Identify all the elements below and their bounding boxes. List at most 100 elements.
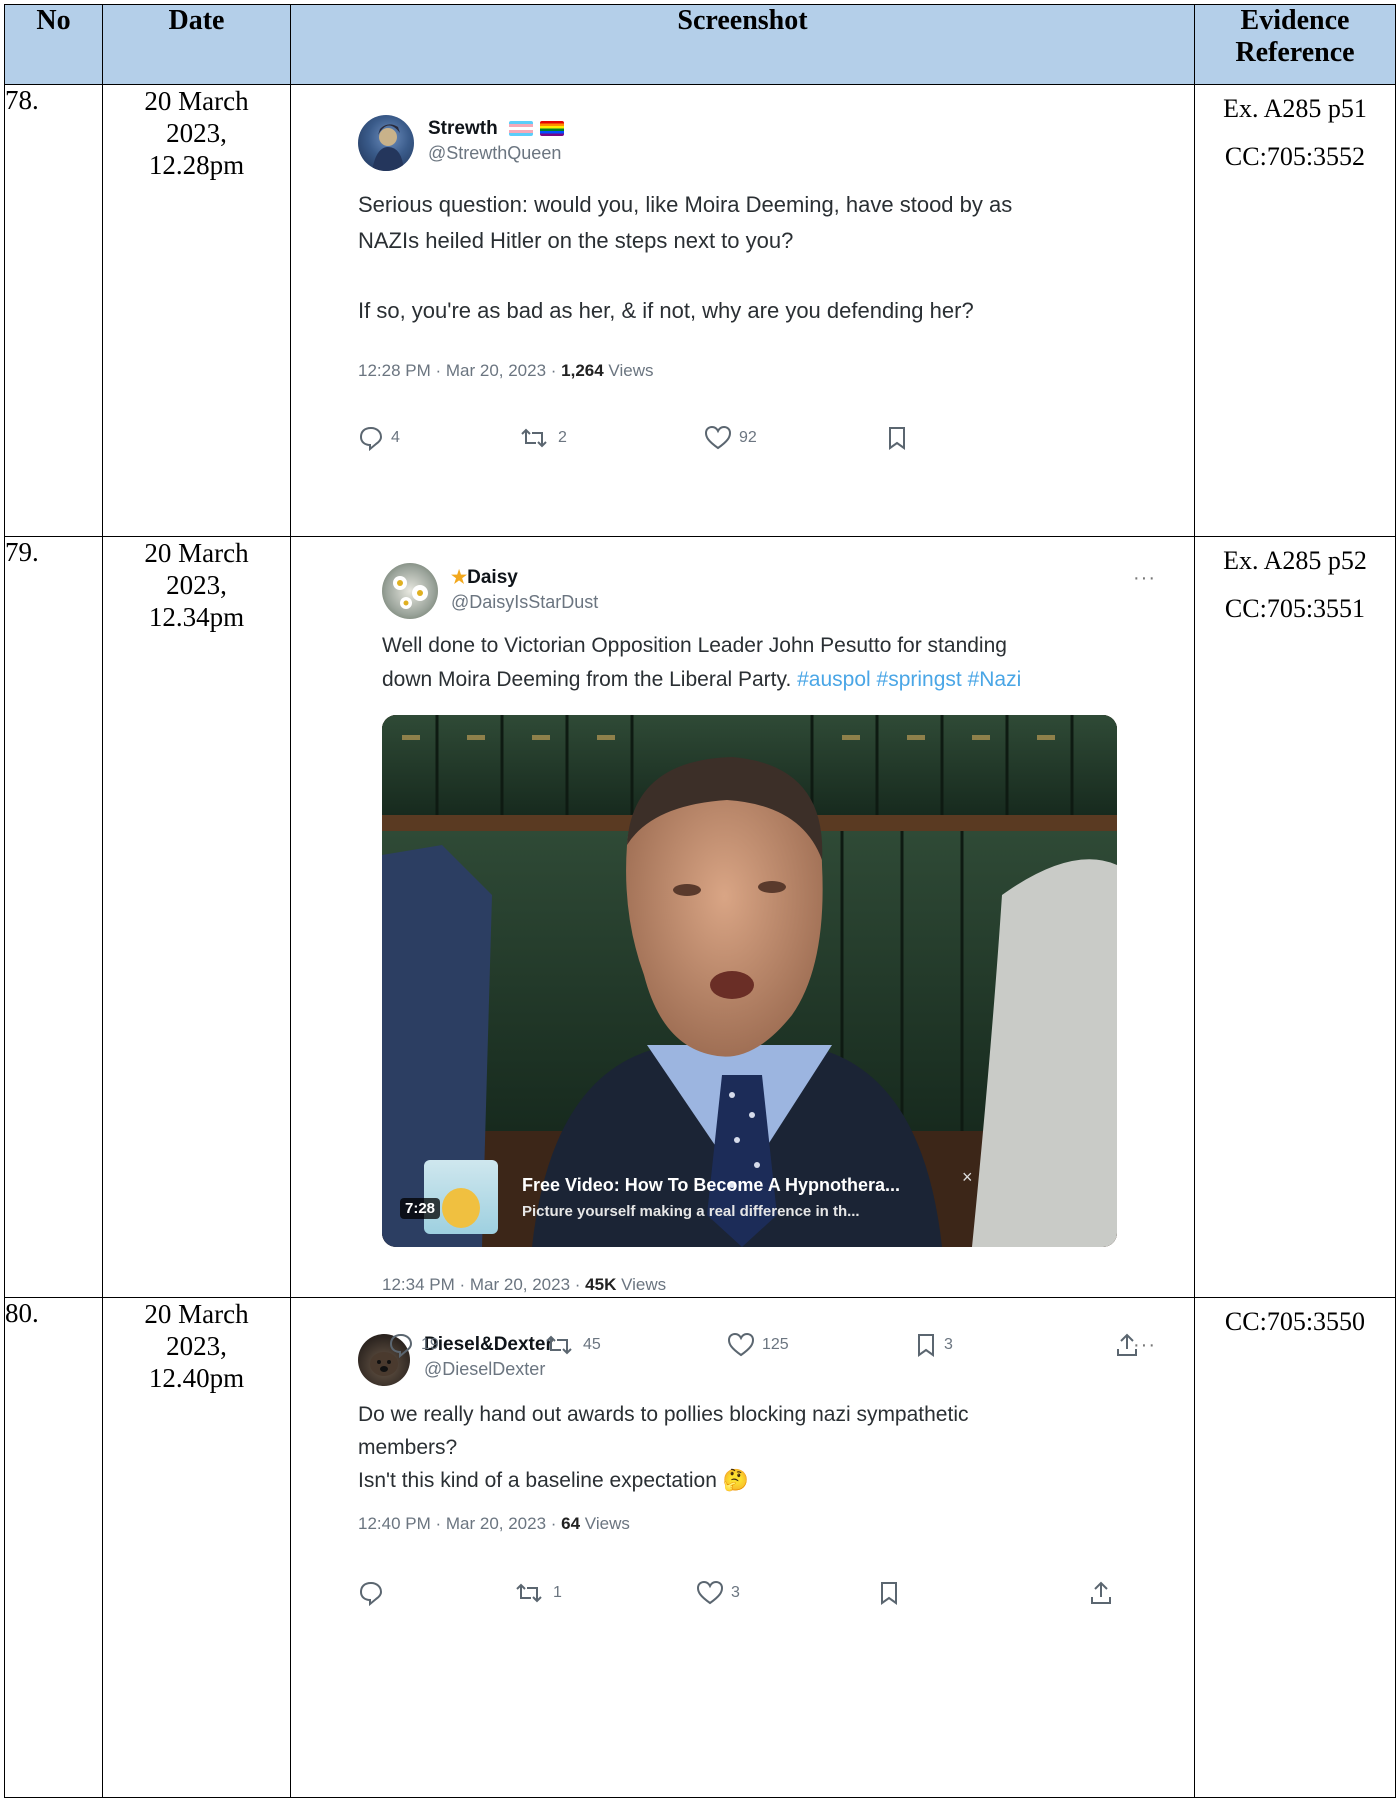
reply-icon xyxy=(359,1581,383,1606)
reply-button[interactable]: 4 xyxy=(358,425,400,451)
like-count: 3 xyxy=(731,1584,740,1601)
hashtag-links[interactable]: #auspol #springst #Nazi xyxy=(797,668,1021,691)
tweet-timestamp: 12:40 PM · Mar 20, 2023 · 64 Views xyxy=(358,1514,630,1534)
bookmark-count: 3 xyxy=(944,1336,953,1353)
header-row: No Date Screenshot Evidence Reference xyxy=(4,4,1396,85)
retweet-icon xyxy=(521,428,547,448)
rainbow-flag-icon xyxy=(540,121,565,136)
table-row: 78. 20 March 2023, 12.28pm Strewth @Stre… xyxy=(4,84,1396,537)
share-icon xyxy=(1091,1581,1111,1604)
bookmark-button[interactable] xyxy=(878,1580,900,1606)
timestamp-text: 12:34 PM · Mar 20, 2023 · xyxy=(382,1275,586,1294)
row-date: 20 March 2023, 12.34pm xyxy=(102,536,291,1298)
avatar xyxy=(382,563,438,619)
reference-line: Ex. A285 p51 xyxy=(1223,94,1367,123)
tweet-actions-79: 19 45 125 3 xyxy=(295,1332,1175,1372)
retweet-icon xyxy=(546,1335,572,1355)
views-label: Views xyxy=(580,1514,630,1533)
date-line: 12.28pm xyxy=(148,150,245,180)
tweet-text-line: members? xyxy=(358,1436,458,1459)
retweet-button[interactable]: 45 xyxy=(542,1332,601,1358)
reference-line: CC:705:3551 xyxy=(1224,594,1366,623)
header-evidence-line1: Evidence xyxy=(1240,5,1350,36)
table-row: 79. 20 March 2023, 12.34pm ★Daisy @Daisy… xyxy=(4,536,1396,1298)
ad-title[interactable]: Free Video: How To Become A Hypnothera..… xyxy=(522,1175,900,1196)
tweet-timestamp: 12:28 PM · Mar 20, 2023 · 1,264 Views xyxy=(358,361,653,381)
header-screenshot: Screenshot xyxy=(290,4,1195,85)
heart-icon xyxy=(696,1580,724,1605)
like-button[interactable]: 3 xyxy=(696,1580,740,1606)
bookmark-icon xyxy=(889,427,905,450)
tweet-screenshot-79: ★Daisy @DaisyIsStarDust ··· Well done to… xyxy=(290,536,1195,1298)
reply-button[interactable] xyxy=(358,1580,391,1606)
tweet-text-line: Do we really hand out awards to pollies … xyxy=(358,1403,969,1426)
view-count: 64 xyxy=(561,1514,581,1533)
table-row: 80. 20 March 2023, 12.40pm Diesel&Dexter… xyxy=(4,1297,1396,1798)
more-options-button[interactable]: ··· xyxy=(1133,567,1156,590)
bookmark-icon xyxy=(918,1334,934,1357)
date-line: 2023, xyxy=(166,118,227,148)
tweet-screenshot-80: Diesel&Dexter @DieselDexter ··· Do we re… xyxy=(290,1297,1195,1798)
date-line: 20 March xyxy=(144,86,249,116)
row-number: 79. xyxy=(4,536,103,1298)
star-icon: ★ xyxy=(451,567,468,587)
trans-flag-icon xyxy=(508,121,533,136)
evidence-reference: Ex. A285 p51 CC:705:3552 xyxy=(1194,84,1396,537)
tweet-text: Do we really hand out awards to pollies … xyxy=(358,1398,1178,1497)
heart-icon xyxy=(727,1332,755,1357)
header-evidence-reference: Evidence Reference xyxy=(1194,4,1396,85)
tweet-screenshot-78: Strewth @StrewthQueen Serious question: … xyxy=(290,84,1195,537)
date-line: 12.40pm xyxy=(148,1363,245,1393)
date-line: 2023, xyxy=(166,570,227,600)
tweet-text-line: Isn't this kind of a baseline expectatio… xyxy=(358,1464,1178,1497)
tweet-author-name: ★Daisy xyxy=(451,567,518,589)
tweet-card: Diesel&Dexter @DieselDexter ··· Do we re… xyxy=(291,1298,1195,1798)
tweet-text-plain: down Moira Deeming from the Liberal Part… xyxy=(382,668,798,691)
share-button[interactable] xyxy=(1089,1580,1113,1606)
heart-icon xyxy=(704,425,732,450)
reply-icon xyxy=(359,426,383,451)
ad-thumbnail[interactable] xyxy=(424,1160,498,1234)
evidence-reference: Ex. A285 p52 CC:705:3551 xyxy=(1194,536,1396,1298)
ad-close-button[interactable]: × xyxy=(962,1167,973,1188)
evidence-reference: CC:705:3550 xyxy=(1194,1297,1396,1798)
like-button[interactable]: 92 xyxy=(704,425,757,451)
header-date: Date xyxy=(102,4,291,85)
share-button[interactable] xyxy=(1115,1332,1139,1358)
bookmark-button[interactable]: 3 xyxy=(915,1332,953,1358)
thinking-face-emoji: 🤔 xyxy=(722,1469,749,1492)
views-label: Views xyxy=(616,1275,667,1294)
tweet-text-plain: Isn't this kind of a baseline expectatio… xyxy=(358,1469,717,1492)
tweet-handle: @StrewthQueen xyxy=(428,143,562,163)
tweet-timestamp: 12:34 PM · Mar 20, 2023 · 45K Views xyxy=(382,1275,666,1295)
header-no: No xyxy=(4,4,103,85)
evidence-table: No Date Screenshot Evidence Reference 78… xyxy=(4,4,1396,1798)
bookmark-button[interactable] xyxy=(886,425,908,451)
tweet-text-line: If so, you're as bad as her, & if not, w… xyxy=(358,298,974,323)
view-count: 1,264 xyxy=(561,361,604,380)
reply-button[interactable]: 19 xyxy=(388,1332,439,1358)
header-evidence-line2: Reference xyxy=(1235,37,1355,68)
reply-icon xyxy=(389,1333,413,1358)
bookmark-icon xyxy=(881,1582,897,1605)
retweet-button[interactable]: 1 xyxy=(512,1580,562,1606)
reference-line: CC:705:3552 xyxy=(1224,142,1366,171)
author-name-text: Strewth xyxy=(428,118,498,139)
retweet-button[interactable]: 2 xyxy=(517,425,567,451)
tweet-text-line: Well done to Victorian Opposition Leader… xyxy=(382,634,1007,657)
views-label: Views xyxy=(603,361,654,380)
timestamp-text: 12:28 PM · Mar 20, 2023 · xyxy=(358,361,562,380)
tweet-text-line: down Moira Deeming from the Liberal Part… xyxy=(382,663,1182,697)
daisy-flowers-icon xyxy=(393,576,428,609)
like-count: 125 xyxy=(762,1336,789,1353)
author-name-text: Daisy xyxy=(467,567,518,588)
tweet-handle: @DaisyIsStarDust xyxy=(451,592,599,612)
like-button[interactable]: 125 xyxy=(727,1332,789,1358)
avatar-figure-icon xyxy=(372,124,404,171)
tweet-text-line: NAZIs heiled Hitler on the steps next to… xyxy=(358,228,794,253)
date-line: 12.34pm xyxy=(148,602,245,632)
date-line: 2023, xyxy=(166,1331,227,1361)
tweet-text-line: Serious question: would you, like Moira … xyxy=(358,192,1013,217)
row-number: 80. xyxy=(4,1297,103,1798)
video-player[interactable]: 7:28 Free Video: How To Become A Hypnoth… xyxy=(382,715,1117,1247)
